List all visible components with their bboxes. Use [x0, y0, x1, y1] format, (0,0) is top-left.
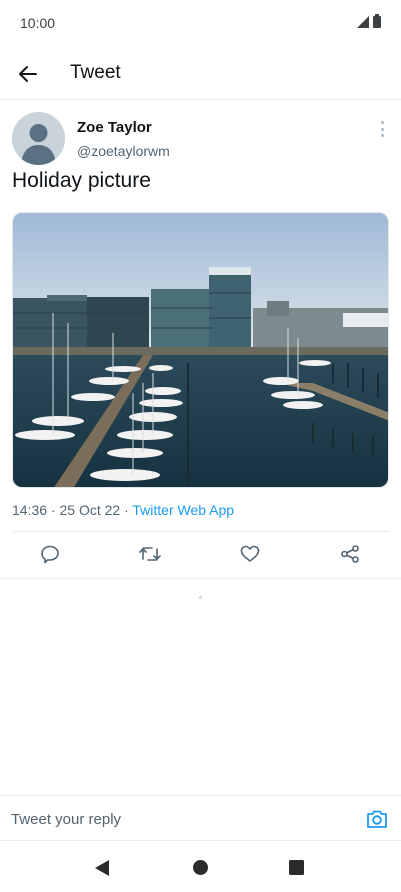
page-title: Tweet — [70, 62, 121, 83]
battery-icon — [373, 14, 381, 28]
status-icons — [357, 14, 381, 28]
tweet-source-link[interactable]: Twitter Web App — [132, 502, 234, 518]
tweet-time: 14:36 — [12, 502, 48, 518]
share-icon — [341, 545, 359, 563]
default-profile-icon — [12, 112, 65, 165]
back-button[interactable] — [14, 60, 42, 88]
camera-button[interactable] — [365, 807, 389, 831]
camera-icon — [367, 810, 387, 828]
arrow-left-icon — [19, 66, 37, 82]
reply-bar — [0, 795, 401, 841]
divider — [12, 531, 389, 532]
tweet-photo[interactable] — [12, 212, 389, 488]
share-button[interactable] — [338, 542, 362, 566]
tweet-metadata: 14:36 · 25 Oct 22 · Twitter Web App — [12, 502, 234, 518]
nav-home-icon[interactable] — [193, 860, 208, 875]
like-button[interactable] — [238, 542, 262, 566]
more-vertical-icon — [380, 121, 384, 124]
meta-separator: · — [47, 502, 60, 518]
retweet-button[interactable] — [138, 542, 162, 566]
status-time: 10:00 — [20, 15, 56, 31]
divider — [0, 578, 401, 579]
meta-separator: · — [120, 502, 133, 518]
loading-indicator — [199, 596, 202, 599]
header: Tweet — [0, 46, 401, 100]
nav-recents-icon[interactable] — [289, 860, 304, 875]
reply-button[interactable] — [38, 542, 62, 566]
system-nav-bar — [0, 842, 401, 892]
reply-input[interactable] — [11, 808, 341, 830]
tweet-actions — [0, 542, 401, 572]
more-options-button[interactable] — [377, 121, 387, 137]
heart-icon — [240, 545, 260, 562]
tweet-text: Holiday picture — [12, 169, 151, 192]
nav-back-icon[interactable] — [95, 860, 109, 876]
retweet-icon — [139, 547, 161, 561]
signal-icon — [357, 16, 369, 28]
author-name[interactable]: Zoe Taylor — [77, 119, 152, 136]
tweet-date: 25 Oct 22 — [59, 502, 121, 518]
author-handle[interactable]: @zoetaylorwm — [77, 143, 170, 159]
avatar[interactable] — [12, 112, 65, 165]
status-bar: 10:00 — [0, 0, 401, 46]
comment-icon — [41, 545, 59, 564]
